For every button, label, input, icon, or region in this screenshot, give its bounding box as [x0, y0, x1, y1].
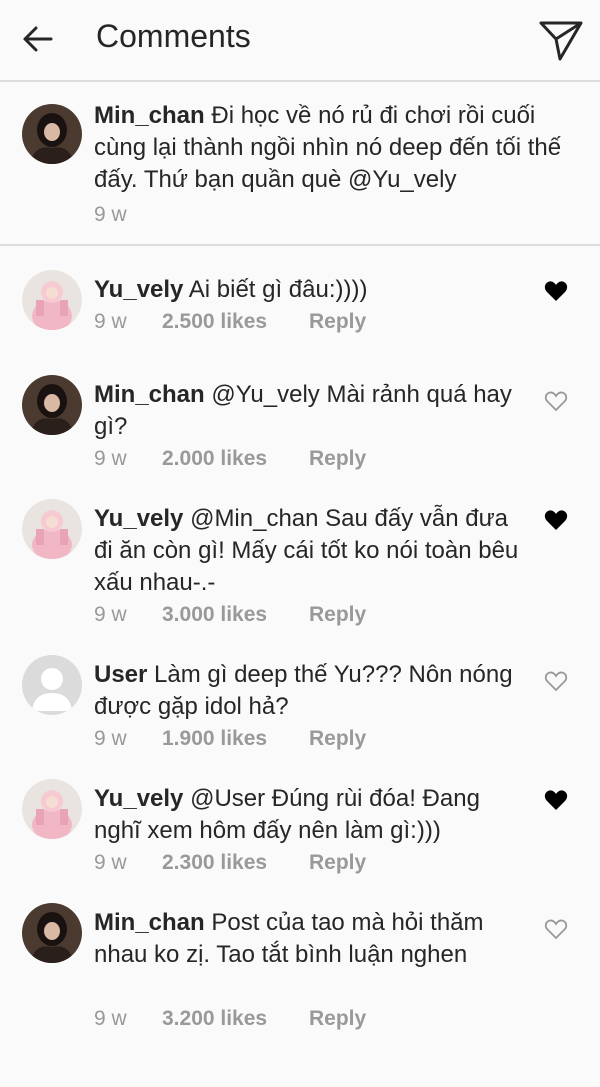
arrow-left-icon[interactable]: [20, 22, 54, 56]
comment-text-block: Yu_vely Ai biết gì đâu:)))): [94, 274, 524, 306]
comment-time: 9 w: [94, 310, 127, 333]
comment-avatar[interactable]: [22, 655, 82, 715]
comment-username[interactable]: Yu_vely: [94, 785, 183, 812]
dark-avatar-icon: [22, 104, 82, 164]
post-caption: Min_chan Đi học về nó rủ đi chơi rồi cuố…: [0, 82, 600, 246]
comment-text-block: User Làm gì deep thế Yu??? Nôn nóng được…: [94, 659, 524, 723]
comment-avatar[interactable]: [22, 779, 82, 839]
reply-button[interactable]: Reply: [309, 310, 366, 334]
comment-meta: 9 w 2.500 likes Reply: [94, 310, 366, 334]
heart-outline-icon[interactable]: [544, 918, 568, 940]
caption-username[interactable]: Min_chan: [94, 102, 205, 129]
caption-meta: 9 w: [94, 203, 162, 227]
comment-likes[interactable]: 3.200 likes: [162, 1007, 309, 1031]
comment-avatar[interactable]: [22, 499, 82, 559]
default-avatar-icon: [22, 655, 82, 715]
reply-button[interactable]: Reply: [309, 1007, 366, 1031]
comment-meta: 9 w 1.900 likes Reply: [94, 727, 366, 751]
reply-button[interactable]: Reply: [309, 727, 366, 751]
dark-avatar-icon: [22, 903, 82, 963]
comment-likes[interactable]: 2.300 likes: [162, 851, 309, 875]
comment-avatar[interactable]: [22, 375, 82, 435]
page-title: Comments: [96, 18, 251, 54]
comment-likes[interactable]: 2.000 likes: [162, 447, 309, 471]
heart-filled-icon[interactable]: [544, 280, 568, 302]
comment-time: 9 w: [94, 851, 127, 874]
comment-likes[interactable]: 3.000 likes: [162, 603, 309, 627]
caption-time: 9 w: [94, 203, 127, 226]
comment-username[interactable]: Min_chan: [94, 381, 205, 408]
avatar-min-chan[interactable]: [22, 104, 82, 164]
comment-meta: 9 w 3.000 likes Reply: [94, 603, 366, 627]
comment-username[interactable]: Yu_vely: [94, 505, 183, 532]
comment-text: Ai biết gì đâu:)))): [188, 276, 368, 303]
comment-text-block: Yu_vely @User Đúng rùi đóa! Đang nghĩ xe…: [94, 783, 524, 847]
comment-avatar[interactable]: [22, 270, 82, 330]
comment-meta: 9 w 3.200 likes Reply: [94, 1007, 366, 1031]
comment-time: 9 w: [94, 727, 127, 750]
heart-outline-icon[interactable]: [544, 670, 568, 692]
caption-text-block: Min_chan Đi học về nó rủ đi chơi rồi cuố…: [94, 100, 584, 196]
heart-outline-icon[interactable]: [544, 390, 568, 412]
comment-meta: 9 w 2.000 likes Reply: [94, 447, 366, 471]
comment-likes[interactable]: 1.900 likes: [162, 727, 309, 751]
comment-text-block: Min_chan Post của tao mà hỏi thăm nhau k…: [94, 907, 524, 971]
dark-avatar-icon: [22, 375, 82, 435]
comment-time: 9 w: [94, 1007, 127, 1030]
comment-time: 9 w: [94, 603, 127, 626]
pink-avatar-icon: [22, 499, 82, 559]
comment-time: 9 w: [94, 447, 127, 470]
comment-text-block: Min_chan @Yu_vely Mài rảnh quá hay gì?: [94, 379, 524, 443]
comment-meta: 9 w 2.300 likes Reply: [94, 851, 366, 875]
direct-send-icon[interactable]: [538, 17, 584, 63]
reply-button[interactable]: Reply: [309, 603, 366, 627]
comment-text: Làm gì deep thế Yu??? Nôn nóng được gặp …: [94, 661, 513, 720]
reply-button[interactable]: Reply: [309, 851, 366, 875]
pink-avatar-icon: [22, 270, 82, 330]
comment-username[interactable]: Yu_vely: [94, 276, 183, 303]
reply-button[interactable]: Reply: [309, 447, 366, 471]
heart-filled-icon[interactable]: [544, 509, 568, 531]
comment-username[interactable]: User: [94, 661, 147, 688]
comment-likes[interactable]: 2.500 likes: [162, 310, 309, 334]
comment-avatar[interactable]: [22, 903, 82, 963]
comment-username[interactable]: Min_chan: [94, 909, 205, 936]
pink-avatar-icon: [22, 779, 82, 839]
heart-filled-icon[interactable]: [544, 789, 568, 811]
comment-text-block: Yu_vely @Min_chan Sau đấy vẫn đưa đi ăn …: [94, 503, 524, 599]
top-bar: Comments: [0, 0, 600, 82]
